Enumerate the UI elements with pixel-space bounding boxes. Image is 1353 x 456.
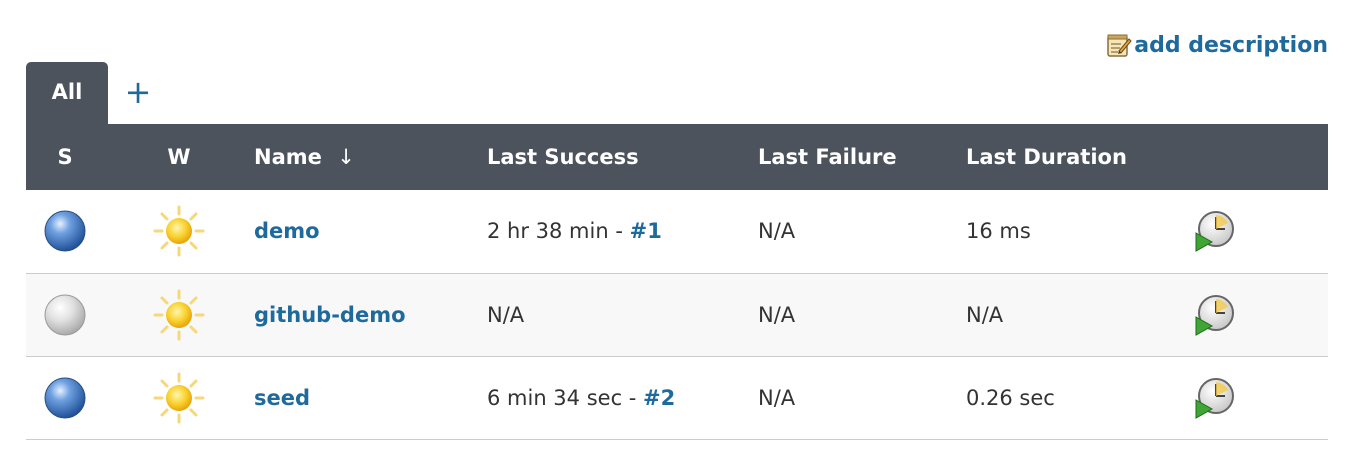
view-tabs: All + (26, 62, 168, 124)
last-success-text: 6 min 34 sec - (487, 385, 644, 410)
job-link-seed[interactable]: seed (254, 386, 310, 410)
header-weather[interactable]: W (104, 124, 254, 190)
job-name-cell: github-demo (254, 273, 487, 356)
job-name-cell: demo (254, 190, 487, 273)
table-header-row: S W Name ↓ Last Success Last Failure Las… (26, 124, 1328, 190)
last-failure-cell: N/A (758, 219, 796, 244)
header-actions (1192, 124, 1328, 190)
last-duration-cell: 16 ms (966, 219, 1031, 244)
last-failure-cell: N/A (758, 385, 796, 410)
build-link[interactable]: #1 (630, 219, 662, 243)
table-row: demo 2 hr 38 min - #1 N/A 16 ms (26, 190, 1328, 273)
header-name-label: Name (254, 145, 322, 169)
tab-all[interactable]: All (26, 62, 108, 124)
schedule-build-icon[interactable] (1192, 293, 1236, 337)
build-link[interactable]: #2 (643, 386, 675, 410)
header-last-duration[interactable]: Last Duration (966, 124, 1192, 190)
last-success-text: 2 hr 38 min - (487, 219, 630, 244)
header-status[interactable]: S (26, 124, 104, 190)
jobs-table: S W Name ↓ Last Success Last Failure Las… (26, 124, 1328, 440)
blue-ball-status-icon[interactable] (43, 209, 87, 253)
schedule-build-icon[interactable] (1192, 376, 1236, 420)
header-name[interactable]: Name ↓ (254, 124, 487, 190)
sun-weather-icon[interactable] (153, 289, 205, 341)
table-row: github-demo N/A N/A N/A (26, 273, 1328, 356)
last-success-cell: 2 hr 38 min - #1 (487, 190, 758, 273)
weather-cell (104, 190, 254, 273)
actions-cell (1192, 190, 1328, 273)
last-duration-cell: 0.26 sec (966, 385, 1055, 410)
job-name-cell: seed (254, 356, 487, 439)
sun-weather-icon[interactable] (153, 372, 205, 424)
weather-cell (104, 356, 254, 439)
table-row: seed 6 min 34 sec - #2 N/A 0.26 sec (26, 356, 1328, 439)
grey-ball-status-icon[interactable] (43, 293, 87, 337)
add-description-label: add description (1134, 32, 1328, 58)
notepad-icon (1107, 34, 1132, 57)
weather-cell (104, 273, 254, 356)
status-cell (26, 273, 104, 356)
last-success-text: N/A (487, 302, 525, 327)
schedule-build-icon[interactable] (1192, 209, 1236, 253)
header-last-failure[interactable]: Last Failure (758, 124, 966, 190)
last-success-cell: N/A (487, 273, 758, 356)
header-last-success[interactable]: Last Success (487, 124, 758, 190)
tab-add-view[interactable]: + (108, 62, 168, 124)
last-success-cell: 6 min 34 sec - #2 (487, 356, 758, 439)
last-duration-cell: N/A (966, 302, 1004, 327)
blue-ball-status-icon[interactable] (43, 376, 87, 420)
job-link-demo[interactable]: demo (254, 219, 320, 243)
last-failure-cell: N/A (758, 302, 796, 327)
status-cell (26, 190, 104, 273)
job-link-github-demo[interactable]: github-demo (254, 303, 406, 327)
sun-weather-icon[interactable] (153, 205, 205, 257)
actions-cell (1192, 356, 1328, 439)
add-description-link[interactable]: add description (1106, 30, 1328, 60)
sort-arrow-icon: ↓ (337, 145, 355, 169)
status-cell (26, 356, 104, 439)
actions-cell (1192, 273, 1328, 356)
